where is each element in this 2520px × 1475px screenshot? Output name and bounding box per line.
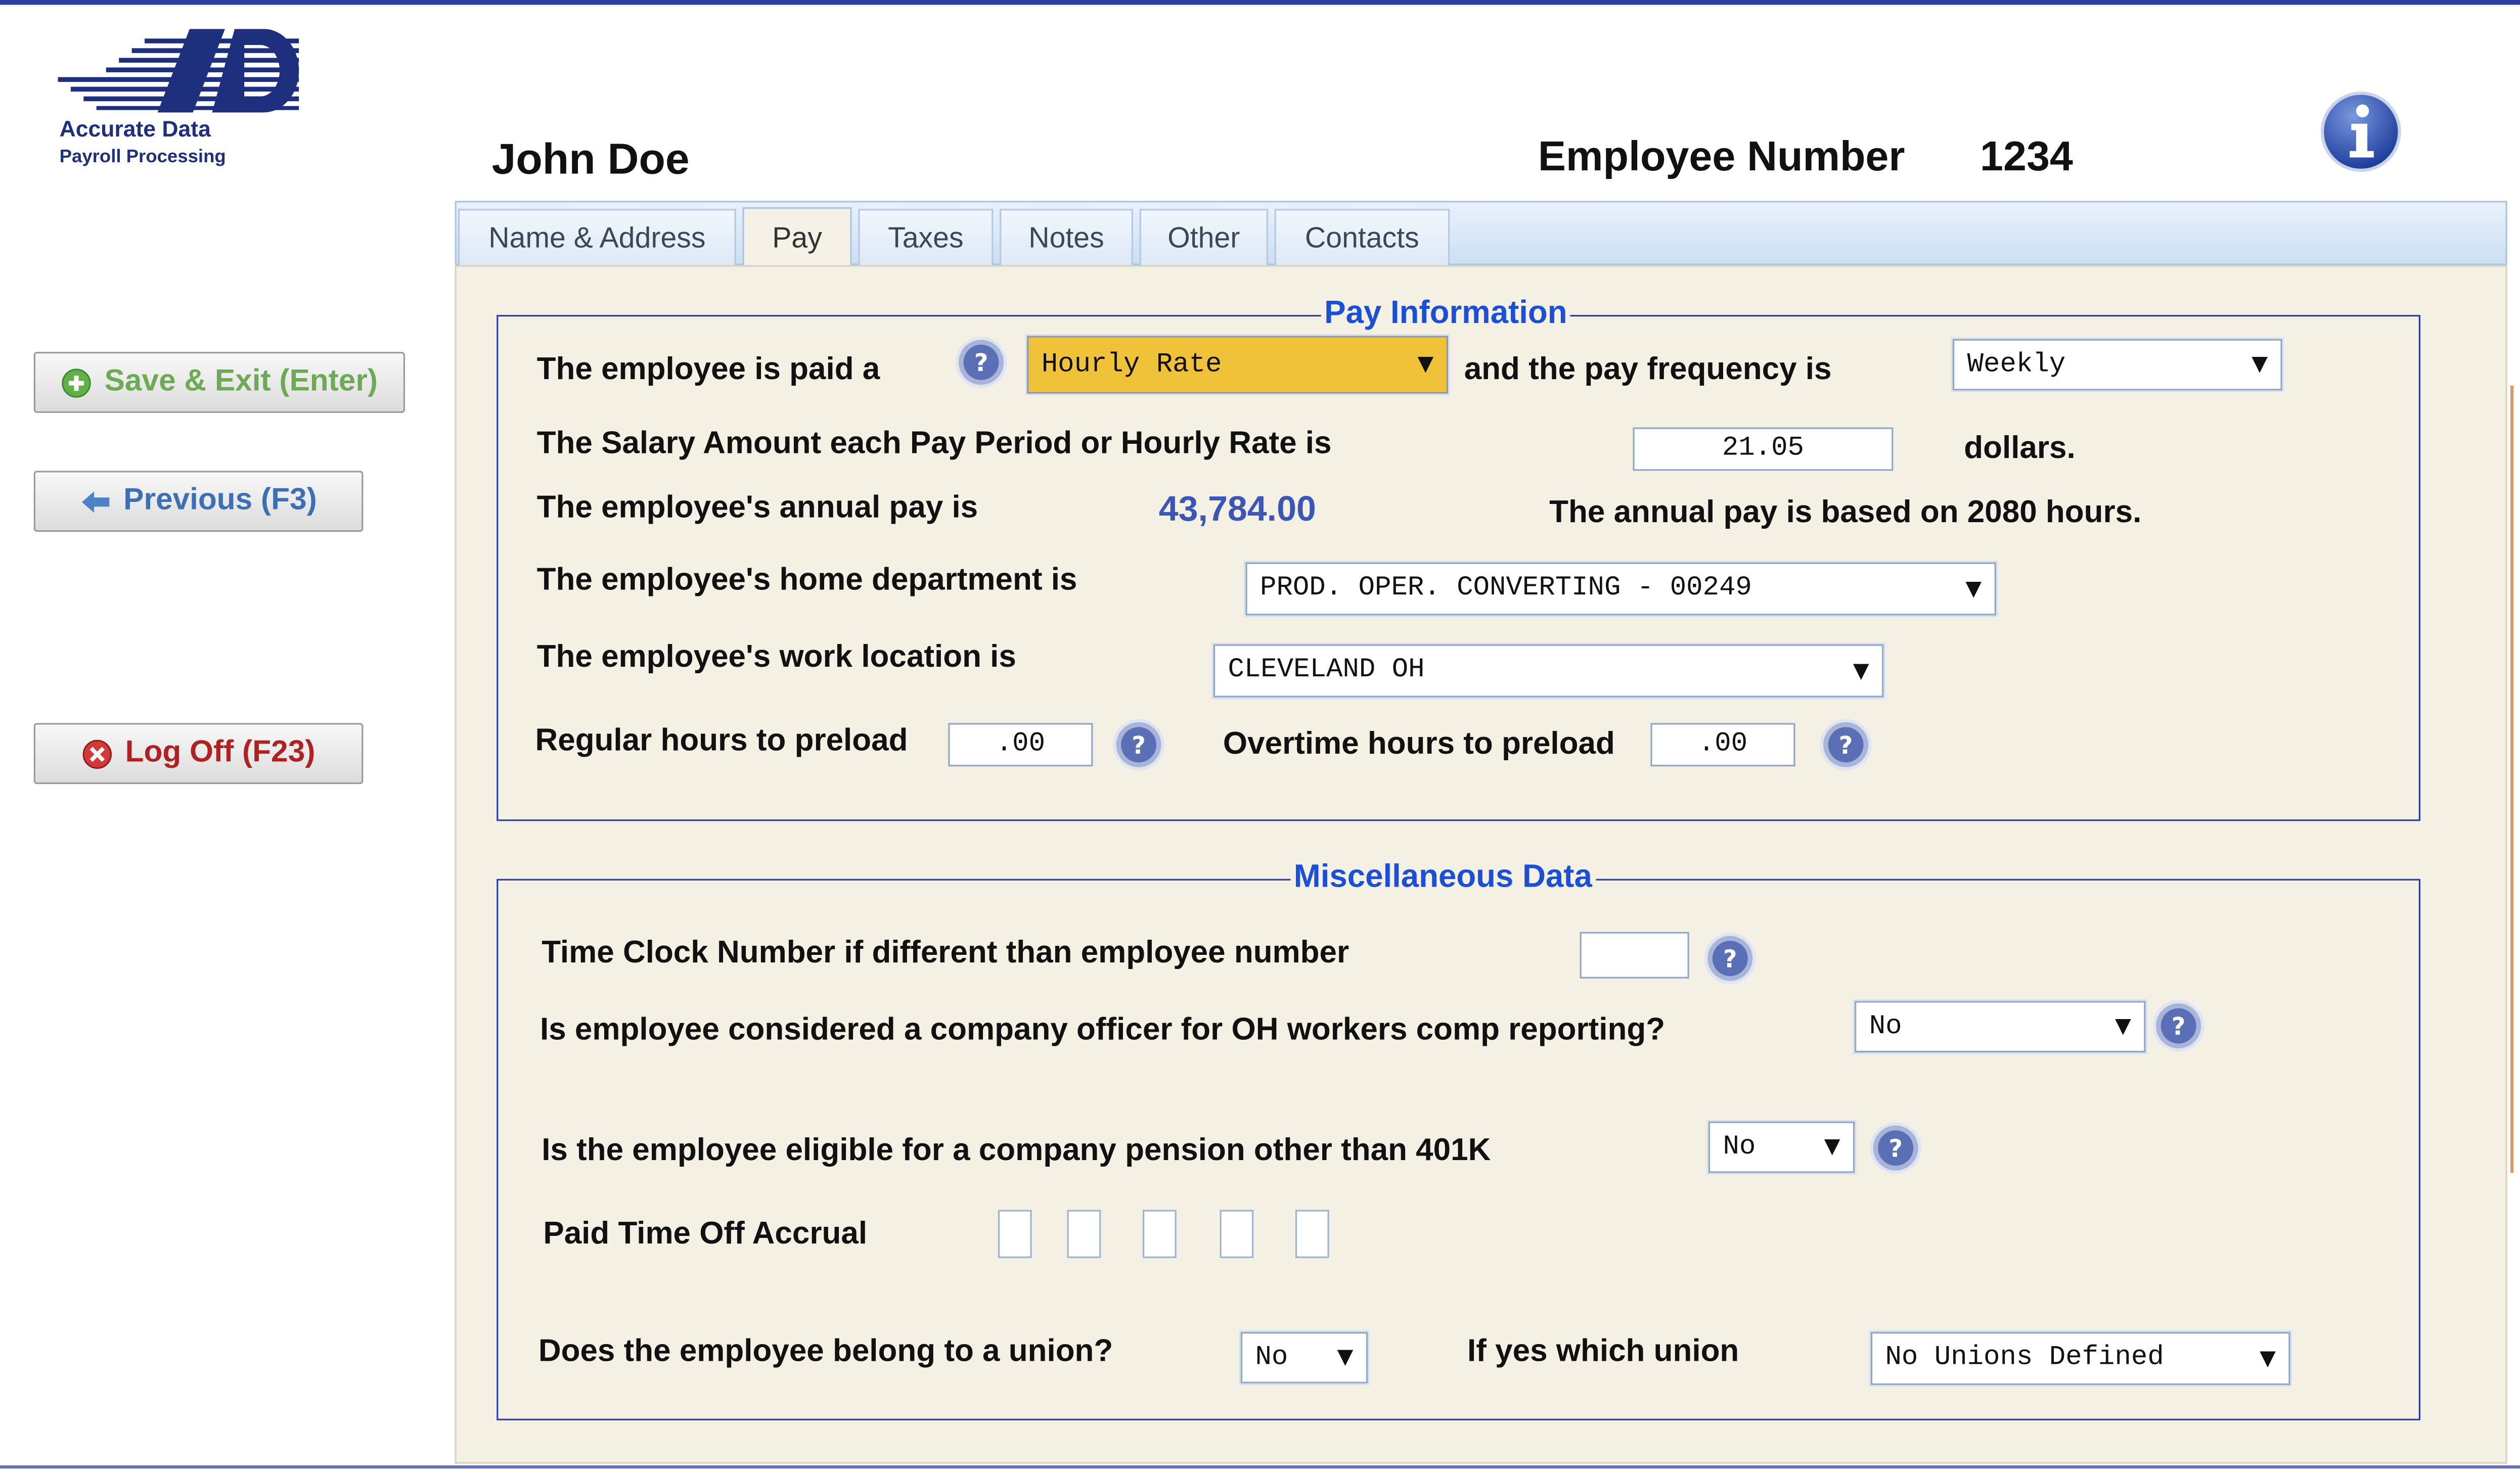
pto-accrual-box-4[interactable] [1220,1210,1254,1258]
company-name: Accurate Data [59,115,211,142]
plus-circle-icon [62,367,91,397]
chevron-down-icon: ▼ [2260,1346,2276,1371]
tab-other[interactable]: Other [1139,209,1268,265]
question-circle-icon[interactable]: ? [1819,718,1872,771]
work-location-value: CLEVELAND OH [1228,655,1425,686]
chevron-down-icon: ▼ [1965,577,1982,601]
union-label: Does the employee belong to a union? [538,1333,1113,1369]
company-officer-value: No [1869,1011,1902,1042]
tab-contacts[interactable]: Contacts [1274,209,1450,265]
svg-text:?: ? [1723,946,1737,974]
arrow-left-icon [81,490,109,512]
regular-hours-input[interactable]: .00 [948,723,1093,767]
pay-information-legend: Pay Information [1321,295,1570,333]
previous-button[interactable]: Previous (F3) [33,471,364,532]
home-department-value: PROD. OPER. CONVERTING - 00249 [1260,573,1752,605]
question-circle-icon[interactable]: ? [955,336,1008,389]
salary-amount-label: The Salary Amount each Pay Period or Hou… [536,426,1332,462]
svg-text:?: ? [1839,732,1853,760]
pension-select[interactable]: No ▼ [1706,1120,1857,1175]
svg-text:?: ? [1888,1135,1903,1163]
svg-text:?: ? [2172,1013,2186,1041]
company-officer-label: Is employee considered a company officer… [540,1012,1666,1048]
pay-frequency-label: and the pay frequency is [1464,352,1832,388]
annual-pay-basis: The annual pay is based on 2080 hours. [1549,495,2142,530]
employee-name: John Doe [491,135,690,183]
pay-frequency-select[interactable]: Weekly ▼ [1951,337,2284,392]
svg-text:?: ? [1132,732,1146,760]
union-select[interactable]: No ▼ [1239,1330,1370,1385]
which-union-value: No Unions Defined [1885,1343,2164,1374]
chevron-down-icon: ▼ [2115,1015,2131,1039]
company-subtitle: Payroll Processing [59,148,226,167]
top-border [0,0,2520,5]
info-circle-icon[interactable] [2319,90,2403,173]
question-circle-icon[interactable]: ? [1869,1122,1922,1175]
salary-unit-label: dollars. [1964,430,2076,466]
question-circle-icon[interactable]: ? [1703,932,1757,985]
paid-a-label: The employee is paid a [536,352,880,388]
time-clock-input[interactable] [1580,932,1689,979]
previous-label: Previous (F3) [123,483,317,518]
pay-type-value: Hourly Rate [1041,349,1222,380]
annual-pay-label: The employee's annual pay is [536,490,978,526]
time-clock-label: Time Clock Number if different than empl… [542,935,1349,971]
save-exit-label: Save & Exit (Enter) [104,364,378,399]
pension-value: No [1723,1132,1756,1163]
tab-notes[interactable]: Notes [1000,209,1133,265]
pto-accrual-box-5[interactable] [1295,1210,1329,1258]
question-circle-icon[interactable]: ? [1112,718,1165,771]
chevron-down-icon: ▼ [1417,352,1434,377]
work-location-label: The employee's work location is [536,639,1016,675]
question-circle-icon[interactable]: ? [2152,999,2205,1052]
pension-label: Is the employee eligible for a company p… [542,1132,1491,1168]
logoff-button[interactable]: Log Off (F23) [33,723,364,785]
which-union-label: If yes which union [1467,1333,1739,1369]
svg-text:?: ? [974,349,988,377]
pto-accrual-label: Paid Time Off Accrual [543,1216,868,1252]
which-union-select[interactable]: No Unions Defined ▼ [1869,1330,2292,1387]
company-officer-select[interactable]: No ▼ [1853,999,2147,1054]
save-exit-button[interactable]: Save & Exit (Enter) [33,352,406,413]
chevron-down-icon: ▼ [1824,1135,1840,1160]
regular-hours-label: Regular hours to preload [535,723,908,759]
panel-scroll-edge [2510,385,2514,1173]
employee-number-label: Employee Number [1538,131,1905,180]
tab-taxes[interactable]: Taxes [858,209,994,265]
chevron-down-icon: ▼ [2252,352,2268,377]
union-value: No [1255,1342,1288,1373]
pto-accrual-box-2[interactable] [1067,1210,1101,1258]
home-department-label: The employee's home department is [536,562,1077,598]
employee-number: 1234 [1980,131,2073,180]
bottom-border [0,1465,2520,1469]
logoff-label: Log Off (F23) [125,735,316,770]
annual-pay-value: 43,784.00 [1158,488,1316,529]
pto-accrual-box-1[interactable] [998,1210,1032,1258]
company-logo-icon [58,29,299,113]
work-location-select[interactable]: CLEVELAND OH ▼ [1211,642,1885,699]
home-department-select[interactable]: PROD. OPER. CONVERTING - 00249 ▼ [1244,561,1998,617]
overtime-hours-label: Overtime hours to preload [1223,726,1615,762]
salary-amount-input[interactable]: 21.05 [1633,427,1894,471]
chevron-down-icon: ▼ [1853,659,1869,683]
tab-name-address[interactable]: Name & Address [458,209,736,265]
pto-accrual-box-3[interactable] [1142,1210,1177,1258]
x-circle-icon [82,739,112,768]
pay-type-select[interactable]: Hourly Rate ▼ [1025,334,1450,395]
chevron-down-icon: ▼ [1337,1346,1354,1370]
pay-frequency-value: Weekly [1967,349,2066,380]
tab-pay[interactable]: Pay [742,207,852,268]
overtime-hours-input[interactable]: .00 [1650,723,1795,767]
miscellaneous-data-legend: Miscellaneous Data [1290,859,1596,897]
